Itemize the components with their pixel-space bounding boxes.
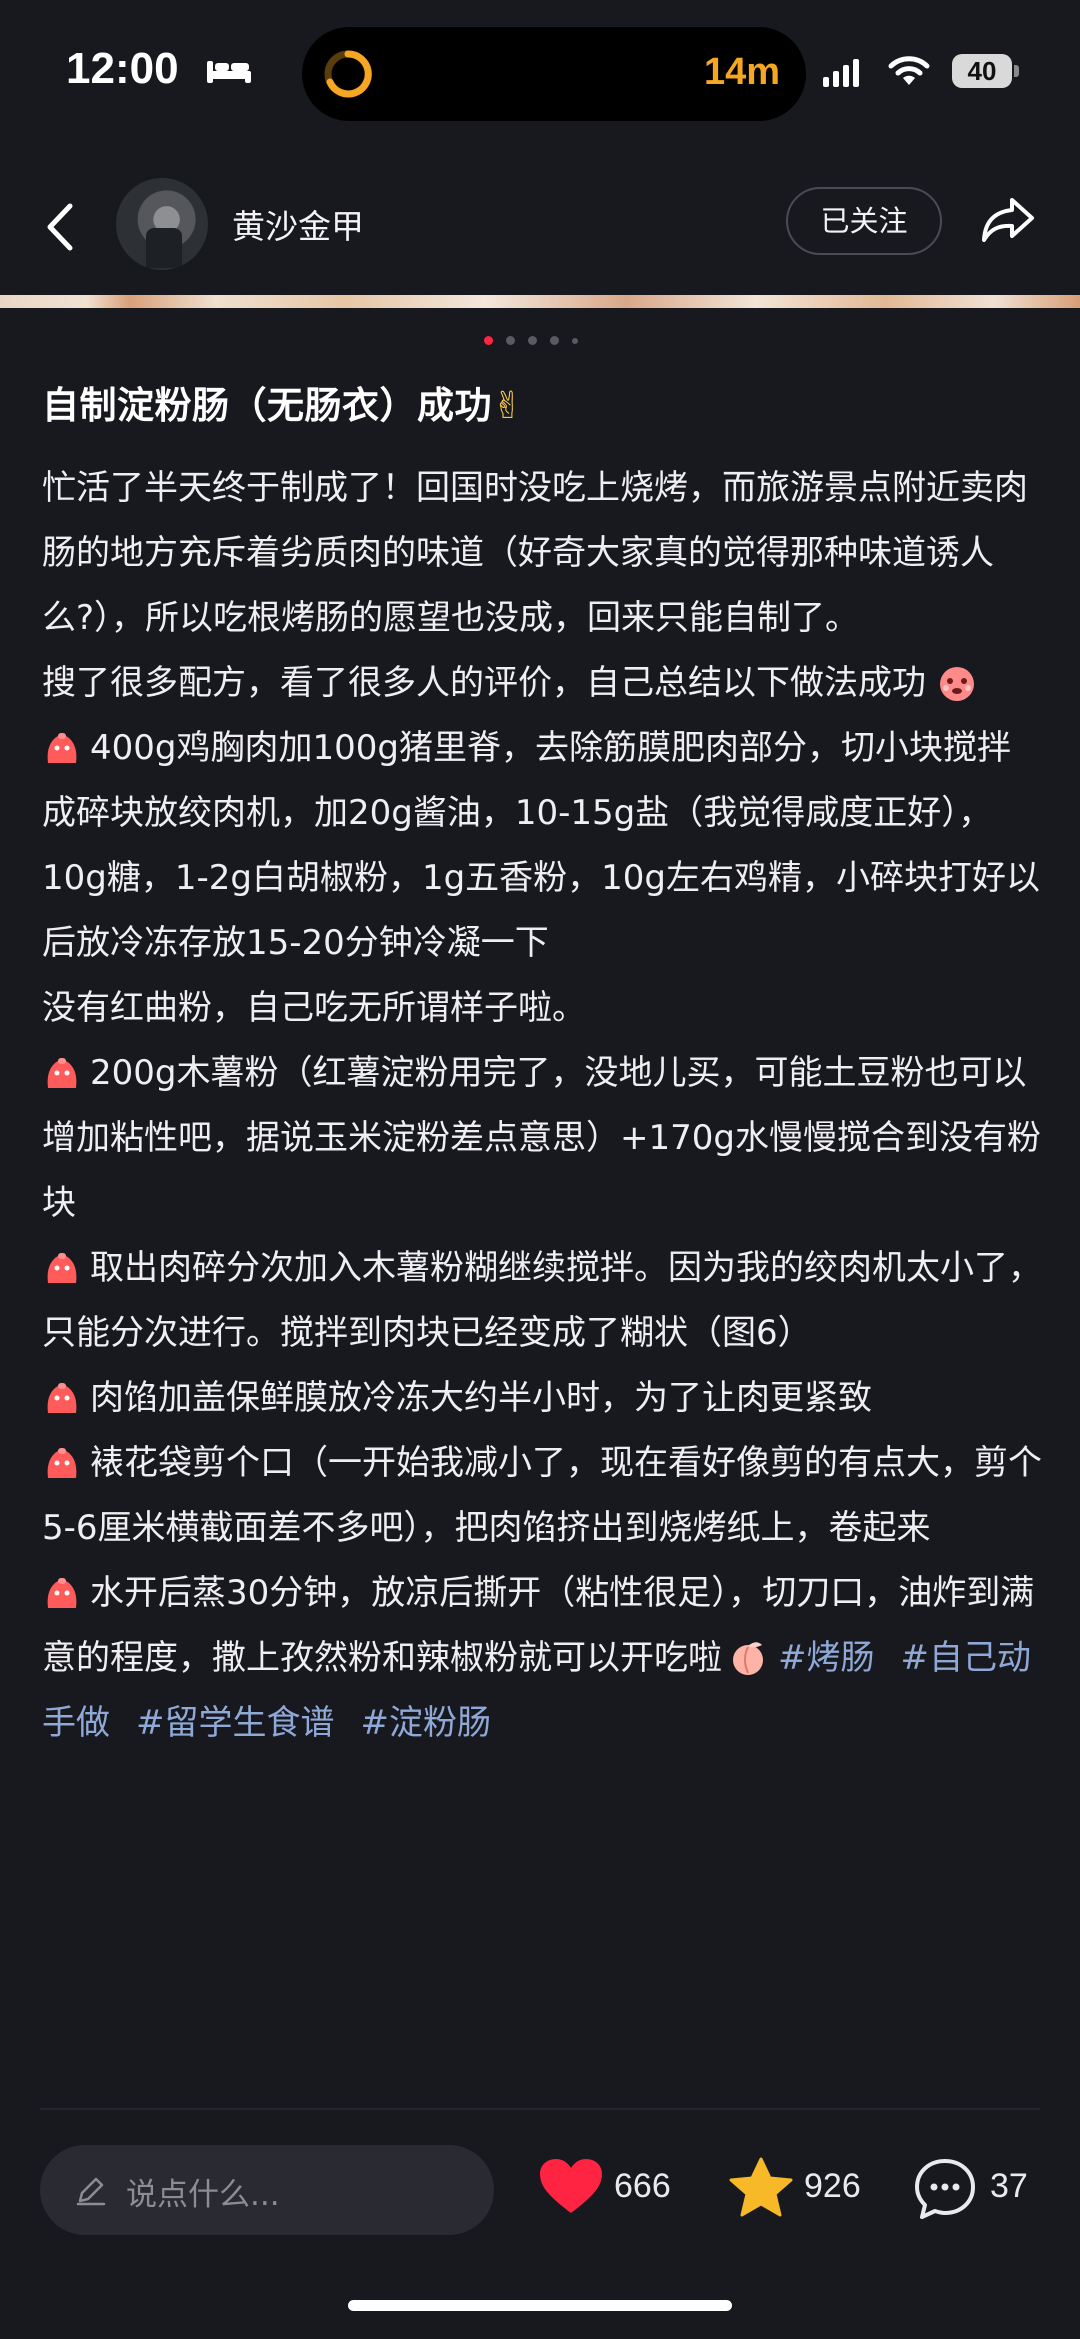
favorite-button[interactable]: 926: [728, 2157, 878, 2223]
comment-input[interactable]: 说点什么...: [40, 2145, 494, 2235]
hashtag-link[interactable]: #留学生食谱: [136, 1703, 335, 1743]
step-text: 裱花袋剪个口（一开始我减小了，现在看好像剪的有点大，剪个5-6厘米横截面差不多吧…: [42, 1443, 1042, 1548]
status-bar: 12:00 14m 40: [0, 0, 1080, 150]
recipe-note: 没有红曲粉，自己吃无所谓样子啦。: [42, 988, 586, 1028]
divider: [40, 2108, 1040, 2110]
post-paragraph: 搜了很多配方，看了很多人的评价，自己总结以下做法成功: [42, 651, 1042, 716]
step-bullet-icon: [42, 1574, 82, 1610]
like-button[interactable]: 666: [538, 2157, 688, 2223]
carousel-dot: [572, 338, 578, 344]
recipe-step-6: 水开后蒸30分钟，放凉后撕开（粘性很足），切刀口，油炸到满意的程度，撒上孜然粉和…: [42, 1561, 1042, 1756]
recipe-step-1: 400g鸡胸肉加100g猪里脊，去除筋膜肥肉部分，切小块搅拌成碎块放绞肉机，加2…: [42, 716, 1042, 976]
cellular-signal-icon: [823, 59, 859, 87]
step-text: 取出肉碎分次加入木薯粉糊继续搅拌。因为我的绞肉机太小了，只能分次进行。搅拌到肉块…: [42, 1248, 1042, 1353]
carousel-dot: [528, 336, 537, 345]
post-intro: 忙活了半天终于制成了！回国时没吃上烧烤，而旅游景点附近卖肉肠的地方充斥着劣质肉的…: [42, 468, 1028, 638]
recipe-step-4: 肉馅加盖保鲜膜放冷冻大约半小时，为了让肉更紧致: [42, 1366, 1042, 1431]
victory-hand-emoji: ✌: [492, 384, 524, 427]
carousel-dot: [506, 336, 515, 345]
step-bullet-icon: [42, 1444, 82, 1480]
post-body: 忙活了半天终于制成了！回国时没吃上烧烤，而旅游景点附近卖肉肠的地方充斥着劣质肉的…: [42, 456, 1042, 1756]
comment-button[interactable]: 37: [912, 2157, 1052, 2223]
battery-level: 40: [952, 54, 1012, 88]
post-title: 自制淀粉肠（无肠衣）成功✌: [42, 375, 524, 429]
post-title-text: 自制淀粉肠（无肠衣）成功: [42, 384, 492, 427]
star-icon: [729, 2157, 793, 2217]
dynamic-island[interactable]: 14m: [302, 27, 806, 121]
timer-ring-icon: [324, 50, 372, 98]
step-bullet-icon: [42, 729, 82, 765]
share-icon[interactable]: [978, 192, 1038, 248]
bottom-action-bar: 说点什么... 666 926 37: [0, 2135, 1080, 2245]
author-avatar[interactable]: [116, 178, 208, 270]
post-image-carousel[interactable]: [0, 295, 1080, 308]
carousel-dot: [550, 336, 559, 345]
recipe-step-3: 取出肉碎分次加入木薯粉糊继续搅拌。因为我的绞肉机太小了，只能分次进行。搅拌到肉块…: [42, 1236, 1042, 1366]
dizzy-face-emoji: [937, 664, 977, 701]
step-text: 水开后蒸30分钟，放凉后撕开（粘性很足），切刀口，油炸到满意的程度，撒上孜然粉和…: [42, 1573, 1035, 1678]
recipe-step-5: 裱花袋剪个口（一开始我减小了，现在看好像剪的有点大，剪个5-6厘米横截面差不多吧…: [42, 1431, 1042, 1561]
author-name[interactable]: 黄沙金甲: [232, 200, 364, 248]
wifi-icon: [888, 56, 930, 85]
back-arrow-icon[interactable]: [40, 200, 80, 254]
comment-count: 37: [990, 2167, 1028, 2205]
step-bullet-icon: [42, 1054, 82, 1090]
follow-button[interactable]: 已关注: [786, 187, 942, 255]
timer-text: 14m: [703, 51, 780, 93]
comment-placeholder: 说点什么...: [126, 2177, 280, 2213]
carousel-dot-active: [484, 336, 493, 345]
pencil-icon: [76, 2177, 106, 2206]
hashtag-link[interactable]: #烤肠: [778, 1638, 875, 1678]
recipe-step-2: 200g木薯粉（红薯淀粉用完了，没地儿买，可能土豆粉也可以增加粘性吧，据说玉米淀…: [42, 1041, 1042, 1236]
paragraph-text: 搜了很多配方，看了很多人的评价，自己总结以下做法成功: [42, 663, 926, 703]
step-text: 200g木薯粉（红薯淀粉用完了，没地儿买，可能土豆粉也可以增加粘性吧，据说玉米淀…: [42, 1053, 1041, 1223]
heart-icon: [540, 2159, 602, 2213]
step-bullet-icon: [42, 1249, 82, 1285]
step-text: 400g鸡胸肉加100g猪里脊，去除筋膜肥肉部分，切小块搅拌成碎块放绞肉机，加2…: [42, 728, 1041, 963]
sleep-focus-icon: [207, 61, 251, 83]
peach-emoji: [728, 1639, 768, 1675]
favorite-count: 926: [804, 2167, 861, 2205]
hashtag-link[interactable]: #淀粉肠: [361, 1703, 492, 1743]
battery-icon: 40: [952, 54, 1022, 90]
carousel-indicator: [484, 334, 594, 348]
step-text: 肉馅加盖保鲜膜放冷冻大约半小时，为了让肉更紧致: [90, 1378, 872, 1418]
like-count: 666: [614, 2167, 671, 2205]
comment-bubble-icon: [915, 2159, 975, 2219]
step-bullet-icon: [42, 1379, 82, 1415]
status-time: 12:00: [66, 44, 179, 93]
post-header: 黄沙金甲 已关注: [0, 170, 1080, 280]
home-indicator[interactable]: [348, 2300, 732, 2311]
